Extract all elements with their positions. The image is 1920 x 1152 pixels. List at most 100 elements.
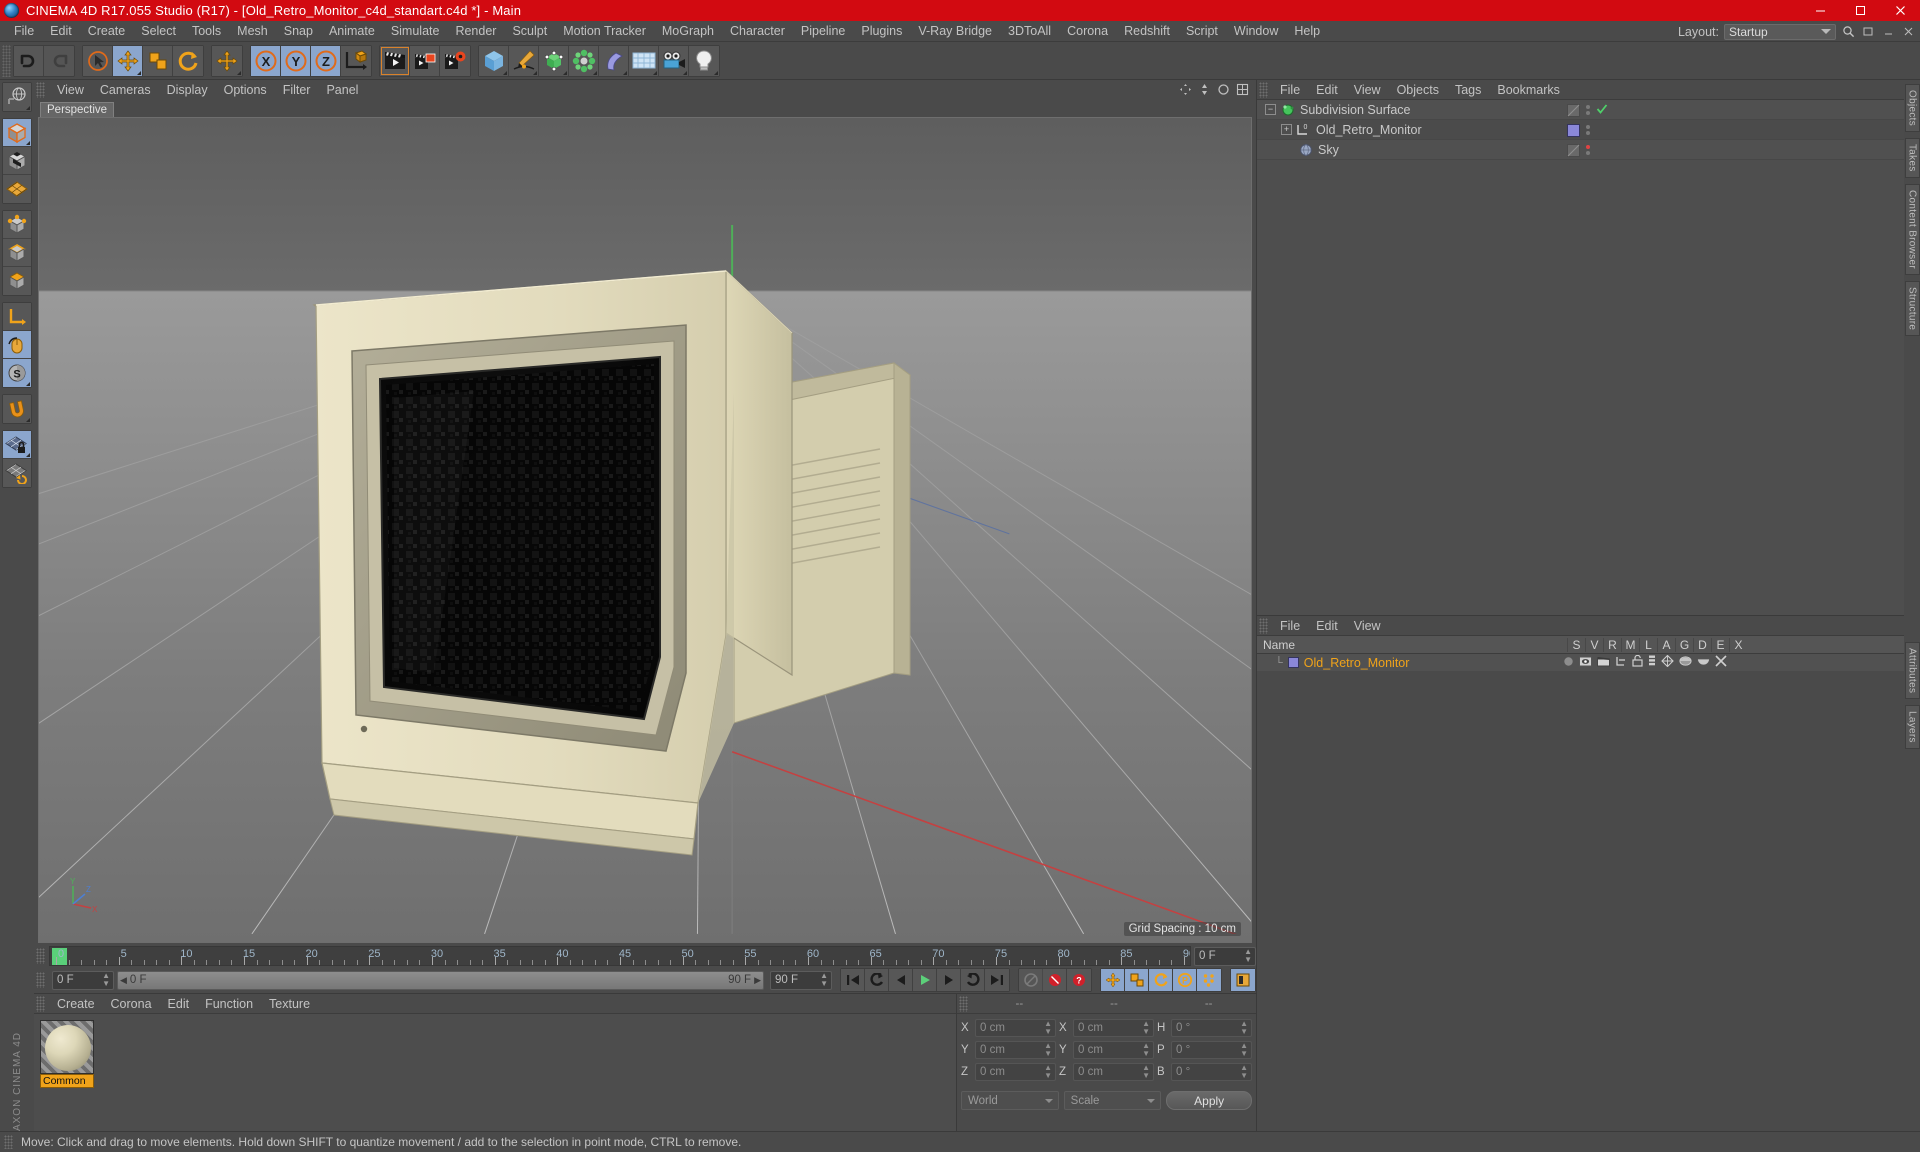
spinner-icon[interactable]: ▲ ▼ bbox=[1240, 1042, 1248, 1058]
menu-mograph[interactable]: MoGraph bbox=[654, 21, 722, 42]
record-active-objects-button[interactable] bbox=[1019, 969, 1043, 991]
lock-y-axis-button[interactable]: Y bbox=[281, 45, 311, 76]
size-z-input[interactable]: 0 cm ▲ ▼ bbox=[1073, 1063, 1154, 1081]
rotation-p-input[interactable]: 0 ° ▲ ▼ bbox=[1171, 1041, 1252, 1059]
animation-layer-button[interactable] bbox=[1231, 969, 1255, 991]
play-forwards-button[interactable] bbox=[913, 969, 937, 991]
object-row-sky[interactable]: Sky bbox=[1257, 140, 1904, 160]
coordinate-system-dropdown[interactable]: World bbox=[961, 1091, 1059, 1110]
menu-mesh[interactable]: Mesh bbox=[229, 21, 276, 42]
go-to-next-keyframe-button[interactable] bbox=[961, 969, 985, 991]
viewport-menu-panel[interactable]: Panel bbox=[318, 80, 366, 100]
viewport-menu-view[interactable]: View bbox=[49, 80, 92, 100]
size-y-input[interactable]: 0 cm ▲ ▼ bbox=[1073, 1041, 1154, 1059]
menu-character[interactable]: Character bbox=[722, 21, 793, 42]
expressions-icon[interactable] bbox=[1679, 655, 1692, 670]
menu-sculpt[interactable]: Sculpt bbox=[504, 21, 555, 42]
column-header-l[interactable]: L bbox=[1639, 637, 1657, 652]
object-menu-bookmarks[interactable]: Bookmarks bbox=[1489, 80, 1568, 100]
spinner-icon[interactable]: ▲ ▼ bbox=[1142, 1064, 1150, 1080]
menu-redshift[interactable]: Redshift bbox=[1116, 21, 1178, 42]
position-z-input[interactable]: 0 cm ▲ ▼ bbox=[975, 1063, 1056, 1081]
expander-collapse-icon[interactable]: − bbox=[1265, 104, 1276, 115]
view-eye-icon[interactable] bbox=[1579, 655, 1592, 670]
menu-pipeline[interactable]: Pipeline bbox=[793, 21, 853, 42]
rotate-view-icon[interactable] bbox=[1216, 82, 1231, 97]
spinner-icon[interactable]: ▲ ▼ bbox=[1044, 1020, 1052, 1036]
panel-minimize-icon[interactable] bbox=[1881, 24, 1896, 39]
go-to-next-frame-button[interactable] bbox=[937, 969, 961, 991]
size-x-input[interactable]: 0 cm ▲ ▼ bbox=[1073, 1019, 1154, 1037]
zoom-view-icon[interactable] bbox=[1197, 82, 1212, 97]
column-header-s[interactable]: S bbox=[1567, 637, 1585, 652]
panel-close-icon[interactable] bbox=[1901, 24, 1916, 39]
object-menu-file[interactable]: File bbox=[1272, 80, 1308, 100]
polygons-mode-button[interactable] bbox=[3, 267, 31, 295]
add-generator-button[interactable] bbox=[539, 45, 569, 76]
move-tool[interactable] bbox=[113, 45, 143, 76]
menu-tools[interactable]: Tools bbox=[184, 21, 229, 42]
object-menu-tags[interactable]: Tags bbox=[1447, 80, 1489, 100]
object-row-subdivision-surface[interactable]: − Subdivision Surface bbox=[1257, 100, 1904, 120]
menu-corona[interactable]: Corona bbox=[1059, 21, 1116, 42]
undo-button[interactable] bbox=[14, 45, 44, 76]
material-thumbnail[interactable] bbox=[40, 1020, 94, 1074]
material-tag-icon[interactable] bbox=[1567, 123, 1580, 137]
edit-render-settings-button[interactable] bbox=[440, 45, 470, 76]
menu-vray-bridge[interactable]: V-Ray Bridge bbox=[910, 21, 1000, 42]
column-header-v[interactable]: V bbox=[1585, 637, 1603, 652]
viewport-menu-display[interactable]: Display bbox=[159, 80, 216, 100]
minimize-button[interactable] bbox=[1800, 0, 1840, 21]
material-list-menu-view[interactable]: View bbox=[1346, 616, 1389, 636]
timeline-range-slider[interactable]: ◀ 0 F 90 F ▶ bbox=[117, 970, 764, 990]
column-header-g[interactable]: G bbox=[1675, 637, 1693, 652]
rotation-key-button[interactable] bbox=[1149, 969, 1173, 991]
maximize-button[interactable] bbox=[1840, 0, 1880, 21]
keyframe-selection-button[interactable]: ? bbox=[1067, 969, 1091, 991]
search-icon[interactable] bbox=[1841, 24, 1856, 39]
timeline-current-frame-field[interactable]: 0 F ▲ ▼ bbox=[1194, 946, 1256, 966]
go-to-start-button[interactable] bbox=[841, 969, 865, 991]
range-right-arrow-icon[interactable]: ▶ bbox=[754, 975, 761, 986]
layout-dropdown[interactable]: Startup bbox=[1724, 23, 1836, 40]
render-to-picture-viewer-button[interactable] bbox=[410, 45, 440, 76]
spinner-icon[interactable]: ▲ ▼ bbox=[1044, 1064, 1052, 1080]
add-light-button[interactable] bbox=[689, 45, 719, 76]
timeline-ruler[interactable]: 0 5 10 15 20 25 30 35 40 45 50 55 60 65 70 75 80 85 90 bbox=[49, 946, 1191, 966]
points-mode-button[interactable] bbox=[3, 211, 31, 239]
world-object-coordinate-button[interactable] bbox=[341, 45, 371, 76]
column-header-a[interactable]: A bbox=[1657, 637, 1675, 652]
material-menu-grip[interactable] bbox=[36, 995, 45, 1012]
maximize-viewport-icon[interactable] bbox=[1235, 82, 1250, 97]
viewport-menu-filter[interactable]: Filter bbox=[275, 80, 319, 100]
viewport-tab-perspective[interactable]: Perspective bbox=[40, 102, 115, 117]
texture-mode-button[interactable] bbox=[3, 147, 31, 175]
autokeying-button[interactable] bbox=[1043, 969, 1067, 991]
add-array-button[interactable] bbox=[569, 45, 599, 76]
viewport-menu-options[interactable]: Options bbox=[216, 80, 275, 100]
enable-snap-button[interactable] bbox=[3, 395, 31, 423]
timeline-grip[interactable] bbox=[36, 948, 45, 964]
edges-mode-button[interactable] bbox=[3, 239, 31, 267]
go-to-end-button[interactable] bbox=[985, 969, 1009, 991]
object-row-old-retro-monitor[interactable]: + 0 Old_Retro_Monitor bbox=[1257, 120, 1904, 140]
add-cube-button[interactable] bbox=[479, 45, 509, 76]
spinner-icon[interactable]: ▲ ▼ bbox=[1142, 1020, 1150, 1036]
object-axis-mode-button[interactable] bbox=[3, 303, 31, 331]
position-y-input[interactable]: 0 cm ▲ ▼ bbox=[975, 1041, 1056, 1059]
range-left-arrow-icon[interactable]: ◀ bbox=[120, 975, 127, 986]
lock-x-axis-button[interactable]: X bbox=[251, 45, 281, 76]
menu-create[interactable]: Create bbox=[80, 21, 134, 42]
menu-edit[interactable]: Edit bbox=[42, 21, 80, 42]
toolbar-grip[interactable] bbox=[2, 44, 11, 77]
scale-tool[interactable] bbox=[143, 45, 173, 76]
object-menu-view[interactable]: View bbox=[1346, 80, 1389, 100]
material-menu-texture[interactable]: Texture bbox=[261, 994, 318, 1014]
timeline-end-frame-field[interactable]: 90 F ▲ ▼ bbox=[770, 970, 832, 990]
menu-render[interactable]: Render bbox=[447, 21, 504, 42]
render-view-button[interactable] bbox=[380, 45, 410, 76]
viewport-menu-grip[interactable] bbox=[36, 82, 45, 98]
object-tree[interactable]: − Subdivision Surface + 0 Old_Retro_Moni… bbox=[1257, 100, 1904, 615]
menu-plugins[interactable]: Plugins bbox=[853, 21, 910, 42]
vtab-layers[interactable]: Layers bbox=[1904, 705, 1920, 749]
